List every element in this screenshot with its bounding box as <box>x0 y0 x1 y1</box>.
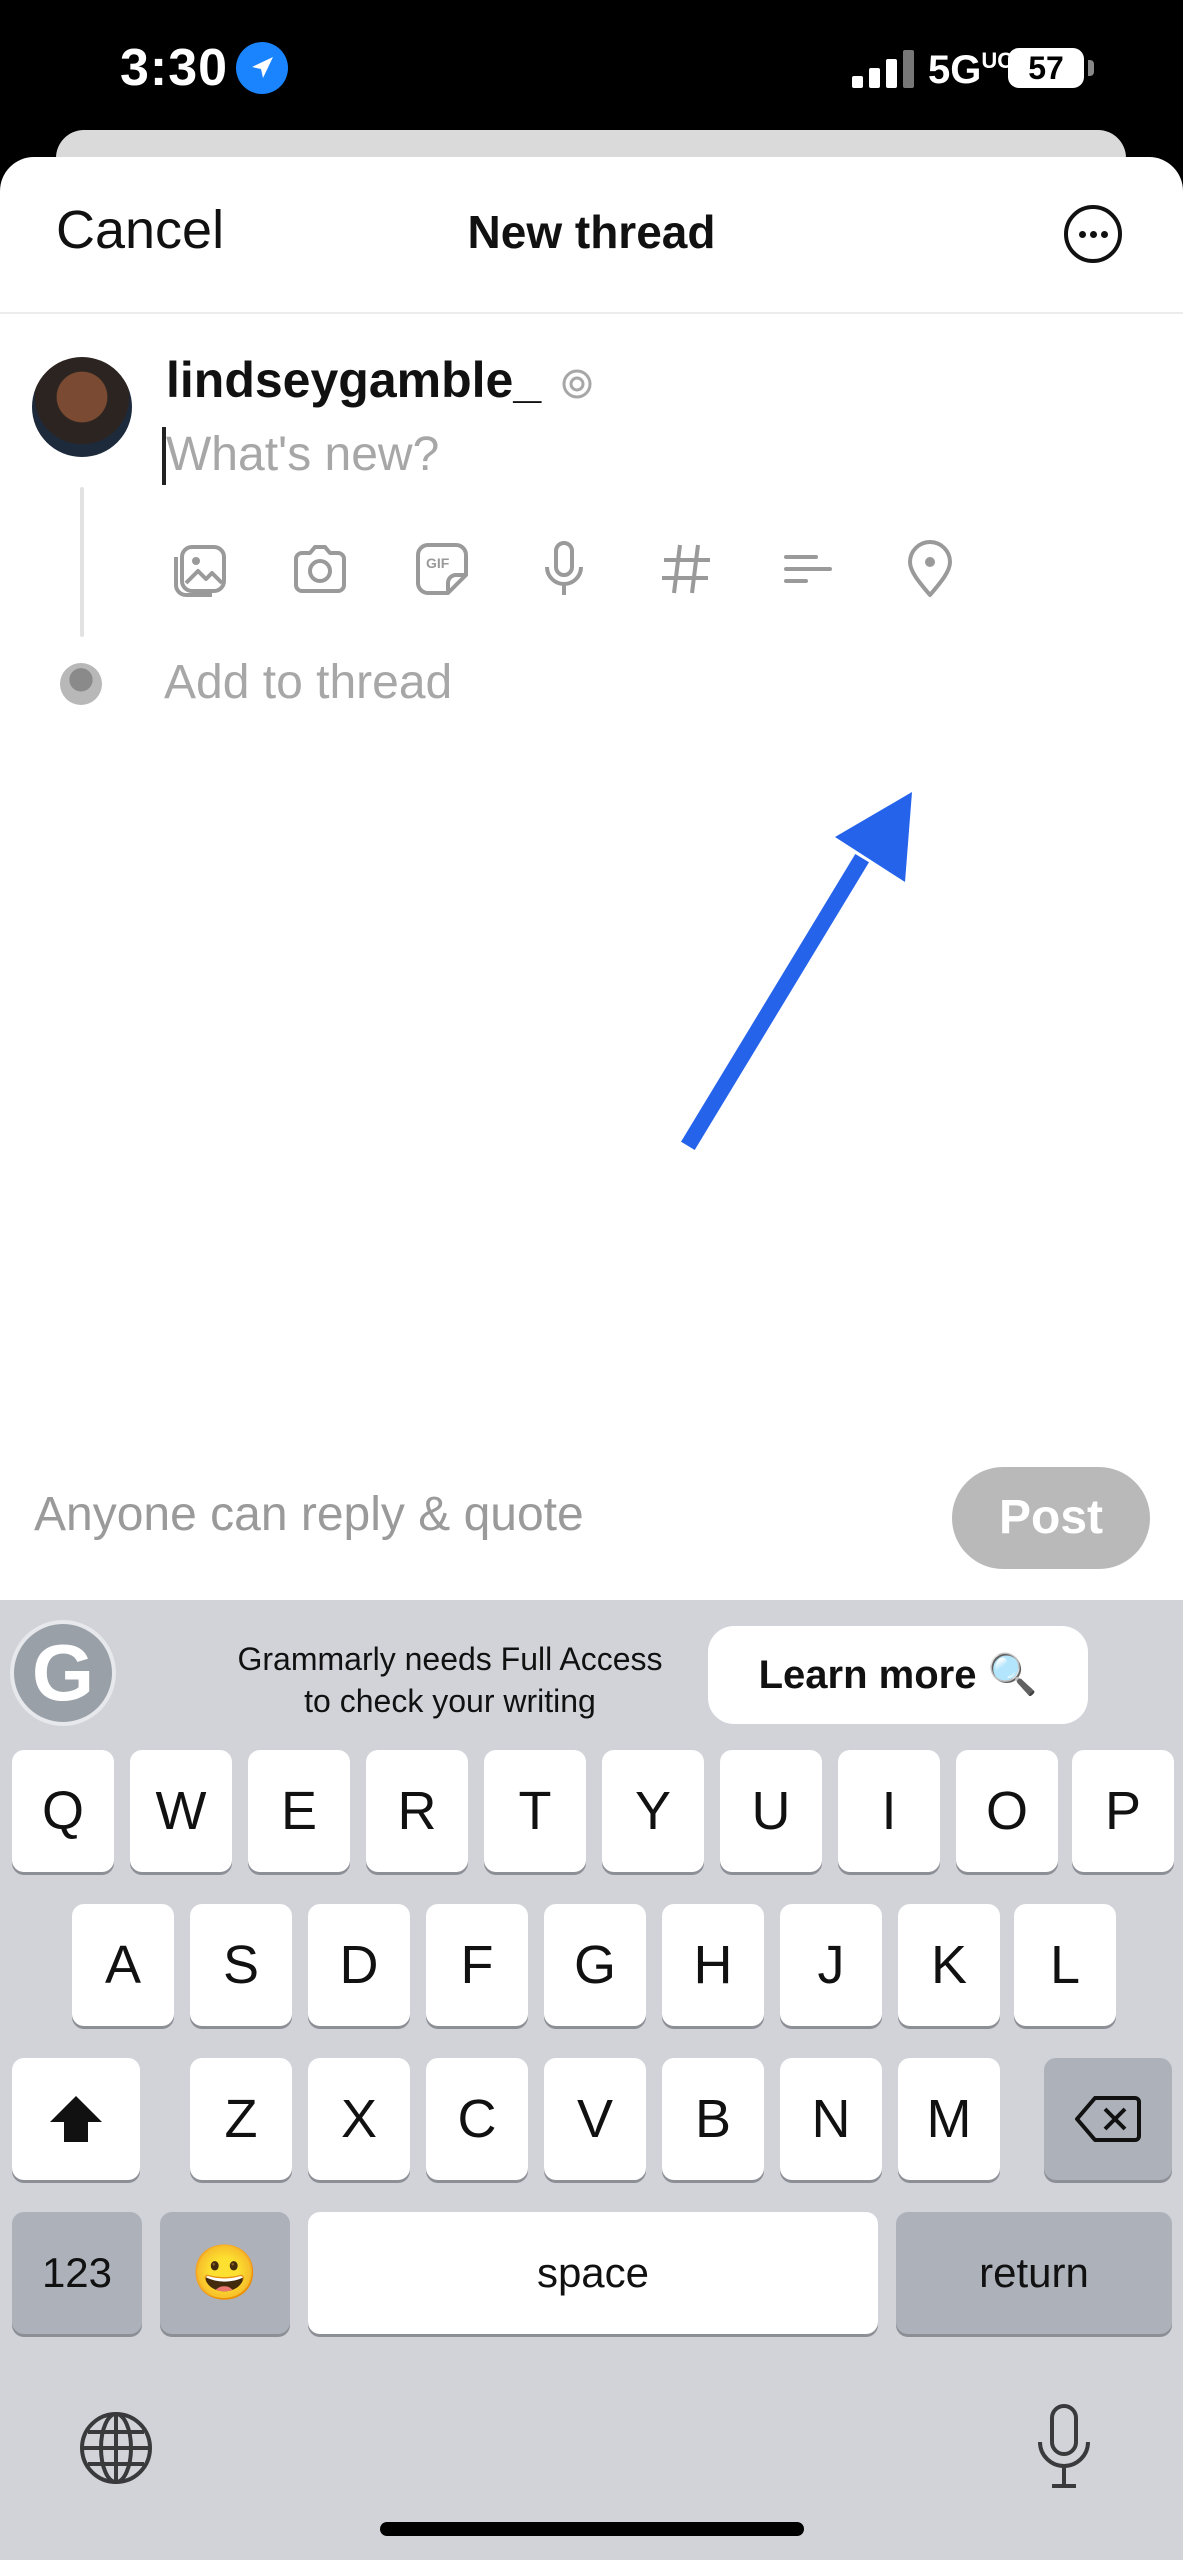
network-type: 5GUC <box>928 48 1014 92</box>
username: lindseygamble_ <box>166 352 542 408</box>
learn-more-button[interactable]: Learn more 🔍 <box>708 1626 1088 1724</box>
key-v[interactable]: V <box>544 2058 646 2180</box>
grammarly-logo-icon[interactable]: G <box>10 1620 116 1726</box>
key-m[interactable]: M <box>898 2058 1000 2180</box>
numbers-key[interactable]: 123 <box>12 2212 142 2334</box>
svg-text:GIF: GIF <box>426 555 450 571</box>
avatar[interactable] <box>32 357 132 457</box>
sheet-header: Cancel New thread <box>0 157 1183 314</box>
key-b[interactable]: B <box>662 2058 764 2180</box>
emoji-key[interactable]: 😀 <box>160 2212 290 2334</box>
key-p[interactable]: P <box>1072 1750 1174 1872</box>
key-g[interactable]: G <box>544 1904 646 2026</box>
key-r[interactable]: R <box>366 1750 468 1872</box>
delete-icon <box>1075 2096 1141 2142</box>
keyboard: G Grammarly needs Full Access to check y… <box>0 1600 1183 2560</box>
key-t[interactable]: T <box>484 1750 586 1872</box>
status-time: 3:30 <box>120 39 229 97</box>
key-q[interactable]: Q <box>12 1750 114 1872</box>
location-arrow-icon <box>236 42 288 94</box>
key-e[interactable]: E <box>248 1750 350 1872</box>
location-pin-icon[interactable] <box>898 537 962 601</box>
key-h[interactable]: H <box>662 1904 764 2026</box>
thread-text-input[interactable] <box>162 419 926 489</box>
key-l[interactable]: L <box>1014 1904 1116 2026</box>
key-f[interactable]: F <box>426 1904 528 2026</box>
grammarly-message: Grammarly needs Full Access to check you… <box>237 1641 663 1719</box>
new-thread-sheet: Cancel New thread lindseygamble_ GIF Add… <box>0 157 1183 1600</box>
status-bar: 3:30 5GUC 57 <box>0 0 1183 150</box>
home-indicator[interactable] <box>380 2522 804 2536</box>
key-a[interactable]: A <box>72 1904 174 2026</box>
cellular-signal-icon <box>852 50 914 88</box>
key-x[interactable]: X <box>308 2058 410 2180</box>
key-w[interactable]: W <box>130 1750 232 1872</box>
threads-badge-icon <box>562 369 592 399</box>
hashtag-icon[interactable] <box>654 537 718 601</box>
space-key[interactable]: space <box>308 2212 878 2334</box>
battery-icon: 57 <box>1008 48 1084 88</box>
shift-key[interactable] <box>12 2058 140 2180</box>
small-avatar <box>60 663 102 705</box>
key-i[interactable]: I <box>838 1750 940 1872</box>
gif-icon[interactable]: GIF <box>410 537 474 601</box>
camera-icon[interactable] <box>288 537 352 601</box>
key-n[interactable]: N <box>780 2058 882 2180</box>
thread-connector-line <box>80 487 84 637</box>
page-title: New thread <box>467 206 716 258</box>
add-to-thread-button[interactable]: Add to thread <box>164 655 452 710</box>
reply-setting-label[interactable]: Anyone can reply & quote <box>34 1487 584 1542</box>
key-s[interactable]: S <box>190 1904 292 2026</box>
microphone-icon[interactable] <box>532 537 596 601</box>
key-k[interactable]: K <box>898 1904 1000 2026</box>
key-j[interactable]: J <box>780 1904 882 2026</box>
delete-key[interactable] <box>1044 2058 1172 2180</box>
more-options-icon[interactable] <box>1064 205 1122 263</box>
key-z[interactable]: Z <box>190 2058 292 2180</box>
gallery-icon[interactable] <box>168 537 232 601</box>
key-d[interactable]: D <box>308 1904 410 2026</box>
annotation-arrow <box>681 792 912 1150</box>
return-key[interactable]: return <box>896 2212 1172 2334</box>
post-button[interactable]: Post <box>952 1467 1150 1569</box>
globe-icon[interactable] <box>78 2410 154 2486</box>
key-o[interactable]: O <box>956 1750 1058 1872</box>
dictation-microphone-icon[interactable] <box>1034 2402 1094 2490</box>
battery-tip <box>1088 60 1094 76</box>
shift-icon <box>50 2096 102 2142</box>
key-u[interactable]: U <box>720 1750 822 1872</box>
poll-icon[interactable] <box>776 537 840 601</box>
key-c[interactable]: C <box>426 2058 528 2180</box>
key-y[interactable]: Y <box>602 1750 704 1872</box>
